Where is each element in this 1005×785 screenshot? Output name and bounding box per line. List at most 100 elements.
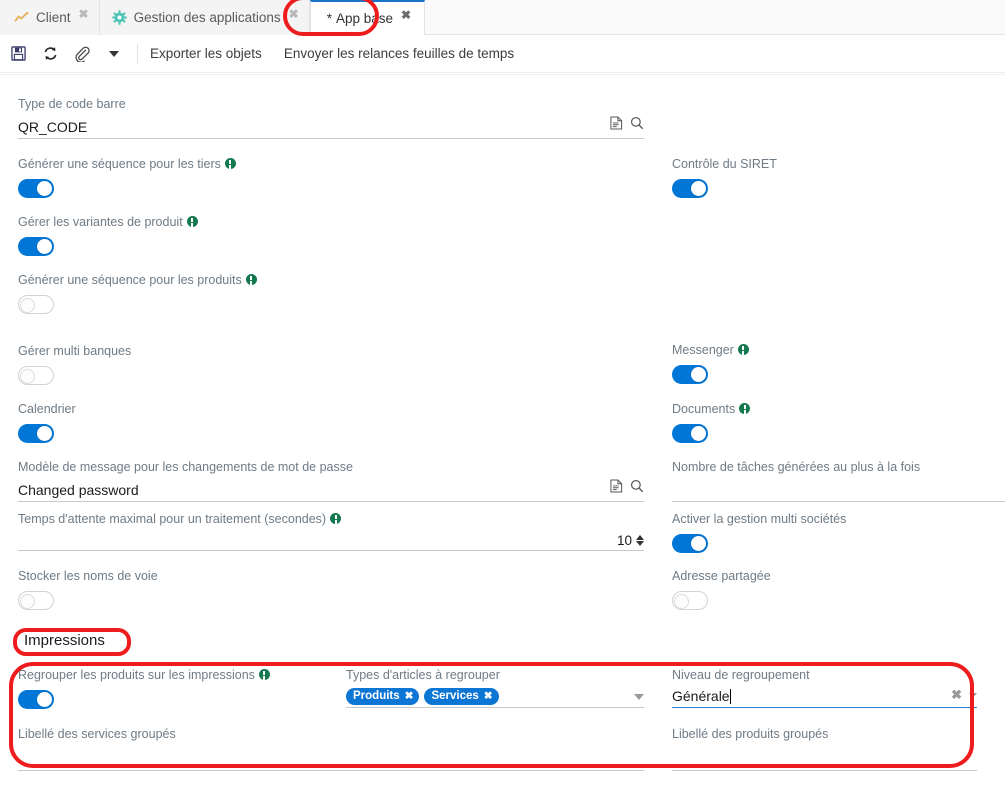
field-generate-sequence-products: Générer une séquence pour les produits: [18, 273, 644, 319]
search-icon[interactable]: [630, 116, 644, 135]
password-template-input[interactable]: Changed password: [18, 481, 139, 499]
tab-client[interactable]: Client ✖: [0, 0, 100, 35]
chip-produits[interactable]: Produits ✖: [346, 688, 420, 705]
field-multi-company: Activer la gestion multi sociétés: [672, 512, 1005, 558]
field-max-generated-tasks: Nombre de tâches générées au plus à la f…: [672, 460, 1005, 502]
stepper-arrows[interactable]: [636, 535, 644, 546]
impressions-section-title: Impressions: [24, 632, 105, 649]
toggle-switch[interactable]: [672, 424, 708, 443]
toggle-switch[interactable]: [18, 179, 54, 198]
search-icon[interactable]: [630, 479, 644, 498]
tab-label: Client: [36, 10, 71, 25]
gear-icon: [111, 10, 127, 25]
toolbar: Exporter les objets Envoyer les relances…: [0, 35, 1005, 73]
field-label: Nombre de tâches générées au plus à la f…: [672, 460, 921, 474]
field-label: Activer la gestion multi sociétés: [672, 512, 847, 526]
toggle-switch[interactable]: [672, 591, 708, 610]
field-max-wait-time: Temps d'attente maximal pour un traiteme…: [18, 512, 644, 551]
field-group-products-on-prints: Regrouper les produits sur les impressio…: [18, 668, 323, 714]
info-icon[interactable]: [258, 669, 270, 680]
field-label: Générer une séquence pour les produits: [18, 273, 644, 288]
field-underline: [672, 501, 1005, 502]
chip-label: Services: [431, 690, 479, 702]
field-underline: [18, 550, 644, 551]
field-generate-sequence-partners: Générer une séquence pour les tiers: [18, 157, 644, 203]
toggle-switch[interactable]: [672, 179, 708, 198]
document-icon[interactable]: [610, 116, 623, 135]
info-icon[interactable]: [186, 216, 198, 227]
field-shared-address: Adresse partagée: [672, 569, 1005, 615]
field-label: Stocker les noms de voie: [18, 569, 158, 583]
grouping-level-value: Générale: [672, 688, 730, 704]
field-label: Regrouper les produits sur les impressio…: [18, 668, 323, 683]
close-icon[interactable]: ✖: [79, 8, 89, 20]
grouping-level-input[interactable]: Générale: [672, 687, 731, 705]
chevron-down-icon[interactable]: [969, 692, 977, 698]
clear-icon[interactable]: ✖: [951, 687, 962, 703]
field-grouping-level: Niveau de regroupement Générale ✖: [672, 668, 977, 708]
toggle-switch[interactable]: [18, 366, 54, 385]
chip-remove-icon[interactable]: ✖: [405, 690, 414, 702]
field-label: Types d'articles à regrouper: [346, 668, 500, 682]
close-icon[interactable]: ✖: [401, 9, 411, 21]
toggle-switch[interactable]: [672, 365, 708, 384]
form-panel: Type de code barre QR_CODE Générer une s…: [0, 74, 1005, 785]
toggle-switch[interactable]: [18, 295, 54, 314]
tab-app-base[interactable]: * App base ✖: [309, 0, 426, 35]
field-underline: [672, 707, 977, 708]
tab-bar: Client ✖ Gestion des applications ✖ * Ap…: [0, 0, 1005, 35]
field-label: Modèle de message pour les changements d…: [18, 460, 353, 474]
field-barcode-type: Type de code barre QR_CODE: [18, 97, 644, 139]
field-label: Calendrier: [18, 402, 76, 416]
info-icon[interactable]: [330, 513, 342, 524]
field-grouped-products-label: Libellé des produits groupés: [672, 727, 977, 771]
toggle-switch[interactable]: [18, 237, 54, 256]
tab-label: Gestion des applications: [133, 10, 281, 25]
field-underline: [18, 501, 644, 502]
close-icon[interactable]: ✖: [289, 8, 299, 20]
field-label: Messenger: [672, 343, 1005, 358]
tab-label: App base: [336, 11, 394, 26]
send-timesheet-reminders-button[interactable]: Envoyer les relances feuilles de temps: [284, 46, 514, 61]
info-icon[interactable]: [245, 274, 257, 285]
field-label: Libellé des services groupés: [18, 727, 176, 741]
field-label: Type de code barre: [18, 97, 126, 111]
field-manage-product-variants: Gérer les variantes de produit: [18, 215, 644, 261]
toggle-switch[interactable]: [672, 534, 708, 553]
chevron-down-icon[interactable]: [105, 45, 123, 63]
chevron-down-icon[interactable]: [636, 541, 644, 546]
info-icon[interactable]: [737, 344, 749, 355]
toggle-switch[interactable]: [18, 591, 54, 610]
chip-remove-icon[interactable]: ✖: [484, 690, 493, 702]
field-manage-multi-banks: Gérer multi banques: [18, 344, 644, 390]
attachment-icon[interactable]: [71, 43, 93, 65]
field-label: Contrôle du SIRET: [672, 157, 777, 171]
document-icon[interactable]: [610, 479, 623, 498]
field-underline: [346, 707, 644, 708]
info-icon[interactable]: [224, 158, 236, 169]
save-icon[interactable]: [7, 43, 29, 65]
chevron-down-icon[interactable]: [634, 694, 644, 700]
field-label: Niveau de regroupement: [672, 668, 810, 682]
field-messenger: Messenger: [672, 343, 1005, 389]
text-cursor: [729, 689, 731, 704]
info-icon[interactable]: [739, 403, 751, 414]
field-label: Gérer multi banques: [18, 344, 132, 358]
max-wait-value: 10: [616, 533, 632, 548]
refresh-icon[interactable]: [39, 43, 61, 65]
unsaved-marker: *: [326, 11, 332, 26]
field-calendar: Calendrier: [18, 402, 644, 448]
field-documents: Documents: [672, 402, 1005, 448]
tab-gestion-des-applications[interactable]: Gestion des applications ✖: [99, 0, 310, 35]
chevron-up-icon[interactable]: [636, 535, 644, 540]
chip-services[interactable]: Services ✖: [424, 688, 499, 705]
field-underline: [672, 770, 977, 771]
field-siret-control: Contrôle du SIRET: [672, 157, 1005, 203]
barcode-type-input[interactable]: QR_CODE: [18, 118, 87, 136]
toggle-switch[interactable]: [18, 424, 54, 443]
max-wait-stepper[interactable]: 10: [617, 533, 644, 548]
toggle-switch[interactable]: [18, 690, 54, 709]
export-objects-button[interactable]: Exporter les objets: [150, 46, 262, 61]
field-label: Adresse partagée: [672, 569, 771, 583]
field-article-types-to-group: Types d'articles à regrouper Produits ✖ …: [346, 668, 644, 708]
